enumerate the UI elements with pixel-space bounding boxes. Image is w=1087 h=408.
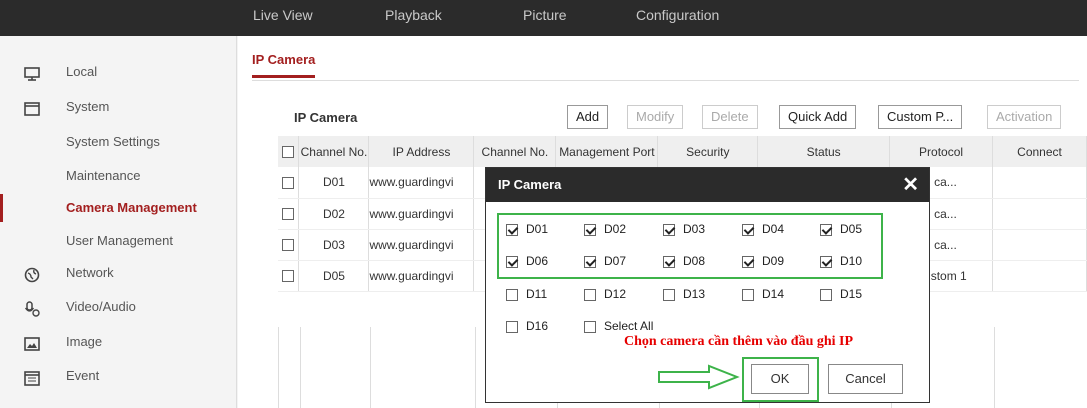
checkbox-d04[interactable]: D04 [742,222,784,236]
sidebar-item-label: System Settings [66,134,160,149]
sidebar-item-label: Video/Audio [66,299,136,314]
sidebar-item-event[interactable]: Event [0,362,237,390]
sidebar-item-label: Image [66,334,103,349]
sidebar-item-maintenance[interactable]: Maintenance [0,162,237,190]
nav-configuration[interactable]: Configuration [636,7,719,23]
nav-live-view[interactable]: Live View [253,7,313,23]
select-all-checkbox[interactable]: Select All [584,319,653,333]
checkbox-d13[interactable]: D13 [663,287,705,301]
column-header[interactable]: Management Port [555,136,659,167]
checkbox-d10[interactable]: D10 [820,254,862,268]
sidebar-item-system[interactable]: System [0,93,237,121]
activation-button[interactable]: Activation [987,105,1062,129]
nav-picture[interactable]: Picture [523,7,567,23]
tab-underline [252,80,1079,81]
top-nav-bar: Live View Playback Picture Configuration [0,0,1087,36]
sidebar-item-label: System [66,99,110,114]
window-icon [24,99,40,116]
column-header[interactable]: Channel No. [298,136,370,167]
checkbox-d14[interactable]: D14 [742,287,784,301]
sidebar-item-network[interactable]: Network [0,259,237,287]
custom-protocol-button[interactable]: Custom P... [878,105,963,129]
close-icon[interactable]: ✕ [902,168,919,202]
sidebar-item-camera-management[interactable]: Camera Management [0,194,237,222]
calendar-icon [24,368,40,386]
sidebar-item-label: Camera Management [66,200,197,215]
ip-address-cell: www.guardingvi [368,198,475,230]
checkbox-d06[interactable]: D06 [506,254,548,268]
checkbox-d11[interactable]: D11 [506,287,547,301]
image-icon [24,334,40,351]
column-header[interactable]: Channel No. [473,136,557,167]
channel-cell: D05 [298,260,370,292]
ip-camera-dialog: IP Camera ✕ D01 D02 D03 D04 D05 D06 D07 … [485,167,930,403]
sidebar-item-image[interactable]: Image [0,328,237,356]
checkbox-d16[interactable]: D16 [506,319,548,333]
section-title: IP Camera [294,110,358,125]
checkbox-d02[interactable]: D02 [584,222,626,236]
sidebar-item-system-settings[interactable]: System Settings [0,128,237,156]
checkbox-d12[interactable]: D12 [584,287,626,301]
checkbox-d07[interactable]: D07 [584,254,626,268]
sidebar-item-local[interactable]: Local [0,58,237,86]
checkbox-d05[interactable]: D05 [820,222,862,236]
sidebar-item-label: Network [66,265,114,280]
quick-add-button[interactable]: Quick Add [779,105,857,129]
sidebar-item-label: Local [66,64,98,79]
table-header-row: Channel No. IP Address Channel No. Manag… [278,136,1087,167]
ip-address-cell: www.guardingvi [368,260,475,292]
column-header[interactable]: Status [757,136,891,167]
column-header[interactable]: Connect [992,136,1087,167]
sidebar-item-user-management[interactable]: User Management [0,227,237,255]
nav-playback[interactable]: Playback [385,7,442,23]
microphone-icon [24,299,40,317]
sidebar-item-label: Maintenance [66,168,141,183]
checkbox-d15[interactable]: D15 [820,287,862,301]
ok-button[interactable]: OK [751,364,809,394]
ip-address-cell: www.guardingvi [368,229,475,261]
sidebar: Local System System Settings Maintenance… [0,36,237,408]
column-header[interactable]: Protocol [889,136,994,167]
delete-button[interactable]: Delete [702,105,758,129]
column-header[interactable]: Security [657,136,759,167]
select-all-checkbox[interactable] [278,136,300,167]
row-checkbox[interactable] [278,167,300,199]
sidebar-item-video-audio[interactable]: Video/Audio [0,293,237,321]
globe-icon [24,265,40,283]
cancel-button[interactable]: Cancel [828,364,903,394]
row-checkbox[interactable] [278,260,300,292]
tab-ip-camera[interactable]: IP Camera [252,52,316,78]
sidebar-item-label: User Management [66,233,173,248]
arrow-right-icon [658,364,740,390]
ip-address-cell: www.guardingvi [368,167,475,199]
dialog-title: IP Camera [498,177,562,192]
checkbox-d01[interactable]: D01 [506,222,548,236]
sidebar-item-label: Event [66,368,100,383]
row-checkbox[interactable] [278,198,300,230]
column-header[interactable]: IP Address [368,136,475,167]
modify-button[interactable]: Modify [627,105,684,129]
channel-cell: D02 [298,198,370,230]
row-checkbox[interactable] [278,229,300,261]
channel-cell: D01 [298,167,370,199]
add-button[interactable]: Add [567,105,609,129]
dialog-header: IP Camera ✕ [486,168,929,202]
checkbox-d09[interactable]: D09 [742,254,784,268]
instruction-annotation: Chọn camera cần thêm vào đầu ghi IP [624,334,854,349]
channel-cell: D03 [298,229,370,261]
monitor-icon [24,64,40,81]
checkbox-d08[interactable]: D08 [663,254,705,268]
checkbox-d03[interactable]: D03 [663,222,705,236]
